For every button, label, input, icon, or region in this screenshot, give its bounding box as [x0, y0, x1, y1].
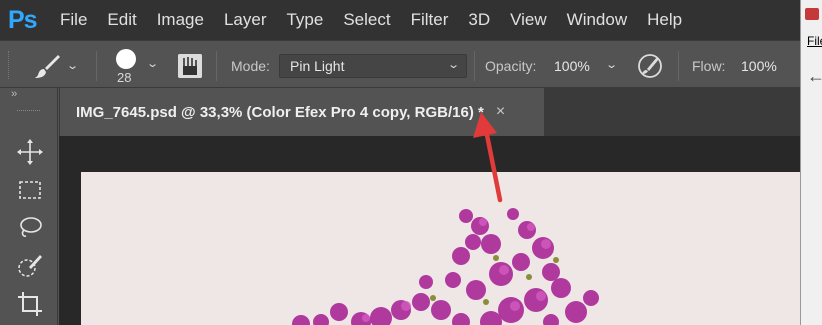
marquee-tool-icon[interactable]: [14, 174, 46, 206]
divider: [216, 51, 217, 81]
lasso-tool-icon[interactable]: [14, 212, 46, 244]
menu-type[interactable]: Type: [286, 10, 323, 30]
file-menu-partial[interactable]: File: [807, 34, 822, 48]
divider: [678, 51, 679, 81]
collapse-panel-icon[interactable]: ››: [0, 88, 57, 104]
opacity-chevron-down-icon[interactable]: ⌄: [605, 58, 618, 71]
menu-layer[interactable]: Layer: [224, 10, 267, 30]
adjacent-window-edge: File ←: [800, 0, 822, 325]
menu-select[interactable]: Select: [343, 10, 390, 30]
menu-image[interactable]: Image: [157, 10, 204, 30]
chevron-down-icon: ⌄: [446, 59, 460, 71]
opacity-label[interactable]: Opacity:: [485, 58, 536, 74]
brush-size-value: 28: [117, 70, 132, 85]
document-canvas[interactable]: [81, 172, 800, 325]
menu-window[interactable]: Window: [567, 10, 627, 30]
divider: [474, 51, 475, 81]
options-bar-grip[interactable]: [8, 51, 12, 79]
divider: [96, 51, 97, 81]
menu-edit[interactable]: Edit: [107, 10, 136, 30]
mode-label: Mode:: [231, 58, 270, 74]
brush-settings-panel-icon[interactable]: [178, 54, 202, 78]
brush-preview-icon[interactable]: [116, 49, 136, 69]
back-arrow-icon[interactable]: ←: [807, 66, 822, 87]
brush-picker-chevron-down-icon[interactable]: ⌄: [146, 57, 159, 70]
photo-flowers: [81, 172, 800, 325]
flow-field[interactable]: 100%: [741, 58, 777, 74]
flow-label[interactable]: Flow:: [692, 58, 725, 74]
brush-icon[interactable]: [34, 53, 62, 79]
menu-file[interactable]: File: [60, 10, 87, 30]
tool-preset-chevron-down-icon[interactable]: ⌄: [66, 59, 79, 72]
menu-bar: Ps File Edit Image Layer Type Select Fil…: [0, 0, 800, 40]
menu-view[interactable]: View: [510, 10, 547, 30]
crop-tool-icon[interactable]: [14, 288, 46, 320]
quick-selection-tool-icon[interactable]: [14, 250, 46, 282]
annotation-arrow-icon: [473, 112, 503, 203]
menu-filter[interactable]: Filter: [411, 10, 449, 30]
document-tab-bar: IMG_7645.psd @ 33,3% (Color Efex Pro 4 c…: [59, 88, 800, 136]
options-bar: ⌄ 28 ⌄ Mode: Pin Light ⌄ Opacity: 100% ⌄…: [0, 40, 800, 88]
pressure-opacity-icon[interactable]: [636, 52, 664, 80]
canvas-workspace[interactable]: [59, 136, 800, 325]
tools-panel: ››: [0, 88, 58, 325]
app-window-icon: [805, 8, 819, 20]
move-tool-icon[interactable]: [14, 136, 46, 168]
document-tab-title: IMG_7645.psd @ 33,3% (Color Efex Pro 4 c…: [76, 103, 484, 121]
photoshop-logo[interactable]: Ps: [8, 5, 42, 35]
blend-mode-value: Pin Light: [290, 58, 345, 74]
blend-mode-select[interactable]: Pin Light ⌄: [279, 54, 467, 78]
menu-3d[interactable]: 3D: [468, 10, 490, 30]
tools-panel-grip[interactable]: [17, 110, 40, 120]
menu-help[interactable]: Help: [647, 10, 682, 30]
opacity-field[interactable]: 100%: [554, 58, 590, 74]
